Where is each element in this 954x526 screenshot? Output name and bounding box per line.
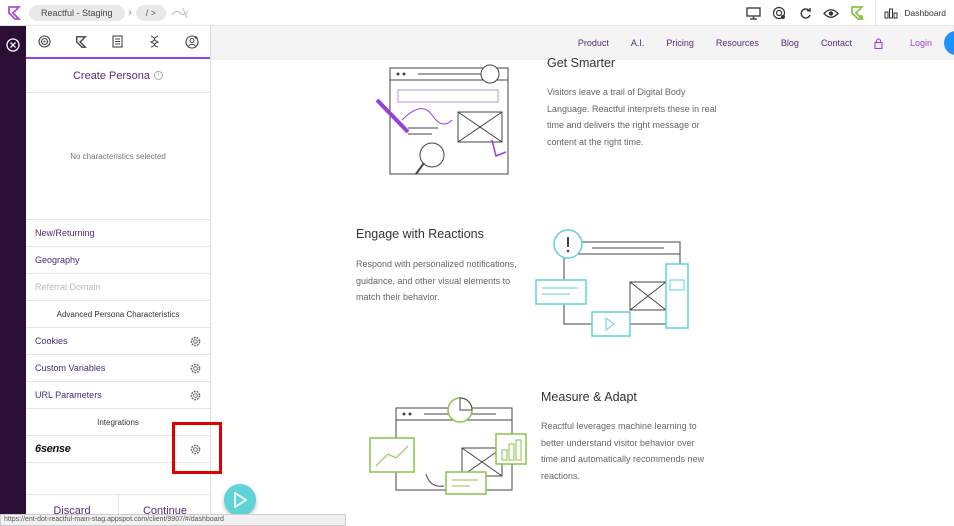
advanced-section-header: Advanced Persona Characteristics (26, 301, 210, 328)
row-referral-domain: Referral Domain (26, 274, 210, 301)
tab-audience[interactable] (173, 26, 210, 57)
feature-3-title: Measure & Adapt (541, 390, 637, 404)
row-url-parameters-label: URL Parameters (35, 390, 102, 400)
row-custom-variables-label: Custom Variables (35, 363, 106, 373)
row-cookies-label: Cookies (35, 336, 68, 346)
left-rail (0, 26, 26, 526)
feature-2-title: Engage with Reactions (356, 227, 484, 241)
row-new-returning-label: New/Returning (35, 228, 95, 238)
dashboard-label: Dashboard (904, 8, 946, 18)
unlink-icon[interactable] (170, 6, 192, 20)
preview-eye-icon[interactable] (823, 5, 840, 21)
tab-target[interactable] (26, 26, 63, 57)
nav-pricing[interactable]: Pricing (666, 38, 694, 48)
site-navigation: Product A.I. Pricing Resources Blog Cont… (211, 26, 954, 60)
highlight-box (172, 422, 222, 474)
panel-tabs (26, 26, 210, 59)
breadcrumb-separator: › (128, 7, 132, 18)
lock-icon (874, 37, 883, 49)
close-panel-icon[interactable] (6, 38, 20, 52)
chat-bubble[interactable] (944, 31, 954, 55)
reactful-flag-icon (76, 35, 88, 48)
tab-persona[interactable] (62, 26, 100, 57)
get-smarter-illustration (375, 64, 509, 175)
row-referral-domain-label: Referral Domain (35, 282, 101, 292)
panel-title: Create Persona i (26, 59, 210, 93)
row-url-parameters[interactable]: URL Parameters (26, 382, 210, 409)
nav-resources[interactable]: Resources (716, 38, 759, 48)
target-icon (38, 35, 51, 48)
play-preview-button[interactable] (224, 484, 256, 516)
desktop-icon[interactable] (745, 5, 761, 21)
play-icon (234, 492, 247, 508)
measure-illustration (369, 397, 527, 495)
nav-blog[interactable]: Blog (781, 38, 799, 48)
row-geography-label: Geography (35, 255, 80, 265)
login-link[interactable]: Login (874, 37, 932, 49)
advanced-section-label: Advanced Persona Characteristics (56, 309, 180, 319)
6sense-logo: 6sense (35, 443, 71, 455)
dashboard-link[interactable]: Dashboard (875, 0, 954, 26)
nav-ai[interactable]: A.I. (631, 38, 645, 48)
row-cookies[interactable]: Cookies (26, 328, 210, 355)
panel-title-text: Create Persona (72, 69, 151, 82)
tab-behavior[interactable] (136, 26, 173, 57)
reactful-status-icon[interactable] (849, 5, 865, 21)
characteristics-empty-state: No characteristics selected (26, 93, 210, 220)
dna-icon (150, 35, 160, 48)
row-geography[interactable]: Geography (26, 247, 210, 274)
environment-selector[interactable]: Reactful - Staging (29, 4, 125, 21)
target-settings-icon[interactable] (771, 5, 787, 21)
feature-1-text: Visitors leave a trail of Digital Body L… (547, 87, 717, 147)
integrations-section-label: Integrations (97, 417, 139, 427)
feature-2-text: Respond with personalized notifications,… (356, 259, 517, 302)
gear-icon[interactable] (190, 390, 201, 401)
status-url-bar: https://ent-dot-reactful-main-stag.appsp… (0, 514, 346, 526)
nav-product[interactable]: Product (578, 38, 609, 48)
row-new-returning[interactable]: New/Returning (26, 220, 210, 247)
tab-content[interactable] (100, 26, 137, 57)
document-icon (112, 35, 124, 48)
refresh-icon[interactable] (797, 5, 813, 21)
reactful-logo-icon[interactable] (7, 5, 21, 20)
row-custom-variables[interactable]: Custom Variables (26, 355, 210, 382)
top-actions: Dashboard (745, 0, 954, 26)
login-label: Login (909, 38, 932, 48)
path-selector[interactable]: / > (135, 4, 166, 21)
info-icon[interactable]: i (154, 71, 164, 80)
gear-icon[interactable] (190, 336, 201, 347)
top-toolbar: Reactful - Staging › / > Dashboard (0, 0, 954, 26)
gear-icon[interactable] (190, 363, 201, 374)
feature-3-text: Reactful leverages machine learning to b… (541, 421, 705, 481)
engage-illustration (535, 229, 689, 337)
nav-contact[interactable]: Contact (821, 38, 852, 48)
dashboard-chart-icon (884, 8, 898, 19)
user-add-icon (185, 34, 199, 49)
feature-1-title: Get Smarter (547, 56, 616, 70)
